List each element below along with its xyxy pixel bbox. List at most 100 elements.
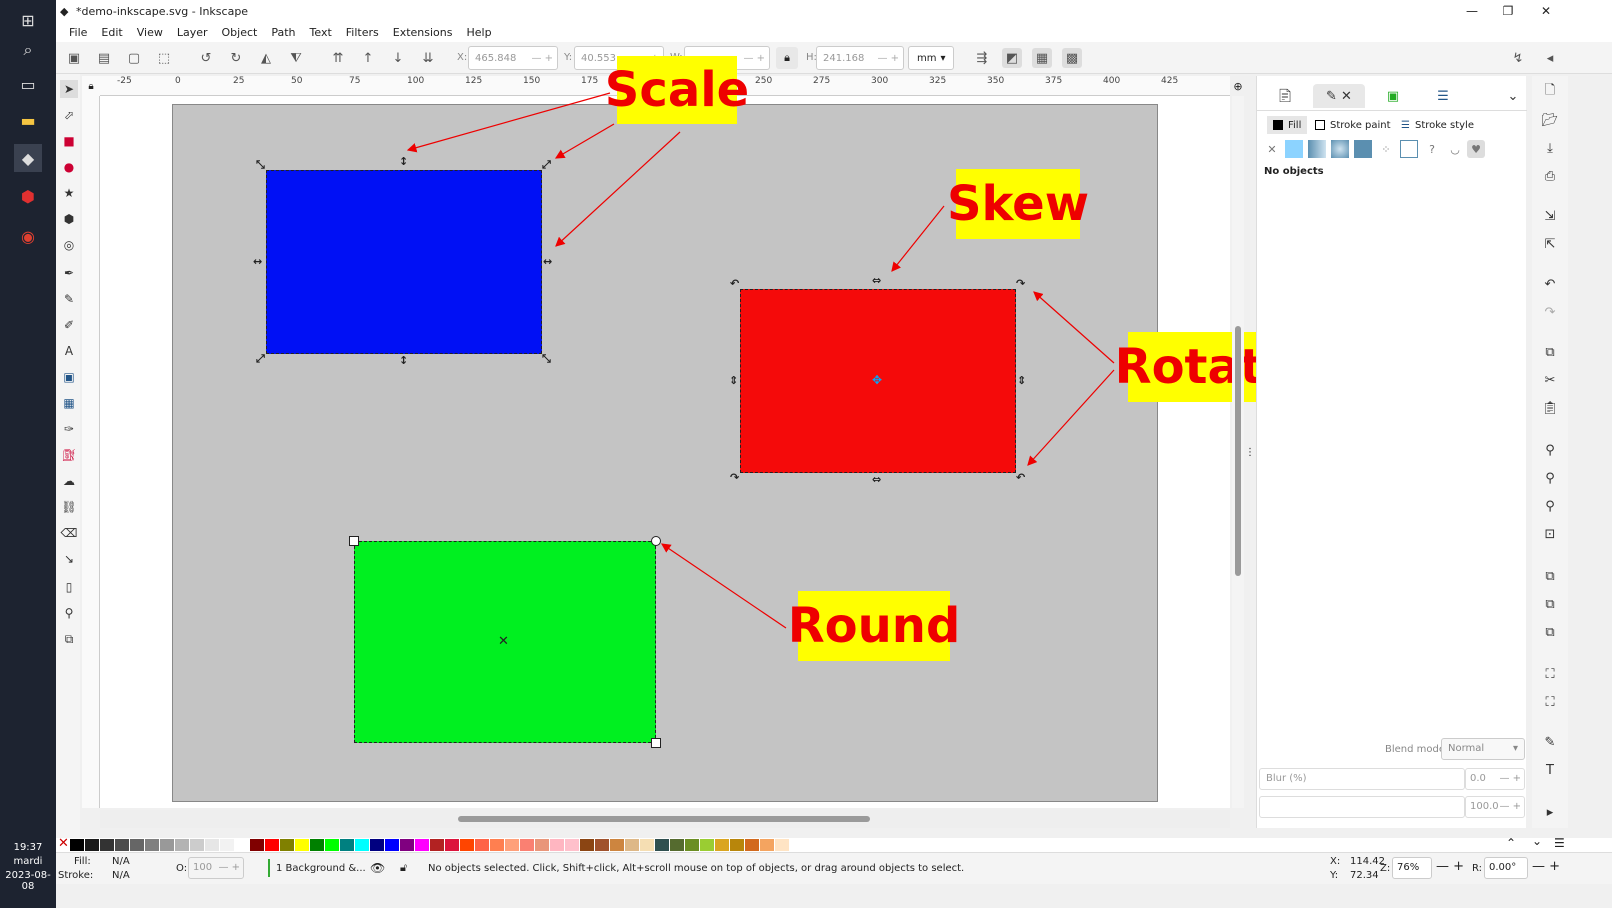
palette-swatch[interactable] [130, 839, 144, 851]
chevron-down-icon[interactable]: ⌄ [1532, 834, 1542, 848]
rotation-field[interactable]: 0.00° [1484, 857, 1528, 879]
palette-swatch[interactable] [610, 839, 624, 851]
blur-stepper-icon[interactable]: — + [1499, 773, 1521, 784]
fill-tab[interactable]: Fill [1267, 116, 1308, 134]
clone-icon[interactable]: ⧉ [1540, 594, 1560, 614]
export-tab-icon[interactable]: ▣ [1373, 84, 1413, 108]
current-layer[interactable]: 1 Background &... [276, 863, 366, 874]
palette-swatch[interactable] [340, 839, 354, 851]
palette-swatch[interactable] [580, 839, 594, 851]
zoom-corner-icon[interactable]: ⊕ [1230, 78, 1246, 94]
text-font-icon[interactable]: T [1540, 760, 1560, 780]
palette-swatch[interactable] [85, 839, 99, 851]
radial-gradient-icon[interactable] [1331, 140, 1349, 158]
palette-menu-icon[interactable]: ☰ [1554, 836, 1565, 850]
chevron-up-icon[interactable]: ⌃ [1506, 836, 1516, 850]
palette-swatch[interactable] [145, 839, 159, 851]
blend-mode-select[interactable]: Normal ▾ [1441, 738, 1525, 760]
opacity-slider[interactable] [1259, 796, 1465, 818]
palette-swatch[interactable] [685, 839, 699, 851]
opacity-field[interactable]: 100 — + [188, 857, 244, 879]
palette-swatch[interactable] [385, 839, 399, 851]
fill-stroke-tab-icon[interactable]: ✎ ✕ [1313, 84, 1365, 108]
palette-swatch[interactable] [445, 839, 459, 851]
duplicate-icon[interactable]: ⧉ [1540, 566, 1560, 586]
undo-icon[interactable]: ↶ [1540, 274, 1560, 294]
palette-swatch[interactable] [400, 839, 414, 851]
palette-swatch[interactable] [355, 839, 369, 851]
unlink-clone-icon[interactable]: ⧉ [1540, 622, 1560, 642]
palette-swatch[interactable] [280, 839, 294, 851]
horizontal-scrollbar[interactable] [100, 810, 1230, 828]
chevron-down-icon[interactable]: ⌄ [1493, 84, 1533, 108]
scroll-thumb[interactable] [1235, 326, 1241, 576]
panel-drag-handle-icon[interactable]: ⋮ [1245, 444, 1255, 460]
opacity-stepper-icon[interactable]: — + [218, 862, 240, 873]
zoom-field[interactable]: 76% [1392, 857, 1432, 879]
document-properties-tab-icon[interactable]: 📄︎ [1265, 84, 1305, 108]
palette-swatch[interactable] [520, 839, 534, 851]
palette-swatch[interactable] [760, 839, 774, 851]
palette-swatch[interactable] [745, 839, 759, 851]
palette-swatch[interactable] [370, 839, 384, 851]
swatch-icon[interactable] [1400, 140, 1418, 158]
palette-swatch[interactable] [700, 839, 714, 851]
pattern-icon[interactable]: ⁘ [1377, 140, 1395, 158]
palette-swatch[interactable] [235, 839, 249, 851]
new-document-icon[interactable]: 🗋 [1540, 82, 1560, 102]
zoom-drawing-icon[interactable]: ⚲ [1540, 468, 1560, 488]
palette-swatch[interactable] [565, 839, 579, 851]
palette-swatch[interactable] [70, 839, 84, 851]
flat-color-icon[interactable] [1285, 140, 1303, 158]
palette-swatch[interactable] [430, 839, 444, 851]
export-icon[interactable]: ⇱ [1540, 234, 1560, 254]
palette-swatch[interactable] [175, 839, 189, 851]
blur-field[interactable]: 0.0 — + [1465, 768, 1525, 790]
palette-swatch[interactable] [550, 839, 564, 851]
palette-swatch[interactable] [115, 839, 129, 851]
linear-gradient-icon[interactable] [1308, 140, 1326, 158]
palette-swatch[interactable] [670, 839, 684, 851]
no-paint-icon[interactable]: ✕ [58, 836, 69, 851]
palette-swatch[interactable] [265, 839, 279, 851]
fill-rule-nonzero-icon[interactable]: ♥ [1467, 140, 1485, 158]
no-paint-icon[interactable]: ✕ [1263, 140, 1281, 158]
blur-slider[interactable]: Blur (%) [1259, 768, 1465, 790]
palette-swatch[interactable] [100, 839, 114, 851]
palette-swatch[interactable] [475, 839, 489, 851]
palette-swatch[interactable] [205, 839, 219, 851]
palette-swatch[interactable] [295, 839, 309, 851]
visibility-eye-icon[interactable]: 👁︎ [370, 861, 385, 875]
palette-swatch[interactable] [640, 839, 654, 851]
fill-stroke-icon[interactable]: ✎ [1540, 732, 1560, 752]
zoom-selection-icon[interactable]: ⚲ [1540, 440, 1560, 460]
fill-rule-evenodd-icon[interactable]: ◡ [1446, 140, 1464, 158]
redo-icon[interactable]: ↷ [1540, 302, 1560, 322]
vertical-scrollbar[interactable] [1232, 96, 1244, 808]
lock-icon[interactable]: 🔓︎ [400, 861, 407, 875]
palette-swatch[interactable] [460, 839, 474, 851]
palette-swatch[interactable] [775, 839, 789, 851]
palette-swatch[interactable] [715, 839, 729, 851]
mesh-gradient-icon[interactable] [1354, 140, 1372, 158]
palette-swatch[interactable] [250, 839, 264, 851]
palette-swatch[interactable] [625, 839, 639, 851]
paste-icon[interactable]: 📋︎ [1540, 398, 1560, 418]
palette-swatch[interactable] [730, 839, 744, 851]
stroke-style-tab[interactable]: ☰ Stroke style [1401, 116, 1474, 134]
palette-swatch[interactable] [415, 839, 429, 851]
palette-swatch[interactable] [310, 839, 324, 851]
palette-swatch[interactable] [190, 839, 204, 851]
copy-icon[interactable]: ⧉ [1540, 342, 1560, 362]
opacity-stepper-icon[interactable]: — + [1499, 801, 1521, 812]
zoom-stepper-icon[interactable]: — + [1436, 859, 1464, 874]
scroll-thumb[interactable] [458, 816, 870, 822]
palette-swatch[interactable] [490, 839, 504, 851]
zoom-page-icon[interactable]: ⚲ [1540, 496, 1560, 516]
palette-swatch[interactable] [505, 839, 519, 851]
stroke-paint-tab[interactable]: Stroke paint [1315, 116, 1391, 134]
palette-swatch[interactable] [655, 839, 669, 851]
palette-swatch[interactable] [220, 839, 234, 851]
layers-tab-icon[interactable]: ☰ [1423, 84, 1463, 108]
save-icon[interactable]: ⤓ [1540, 138, 1560, 158]
